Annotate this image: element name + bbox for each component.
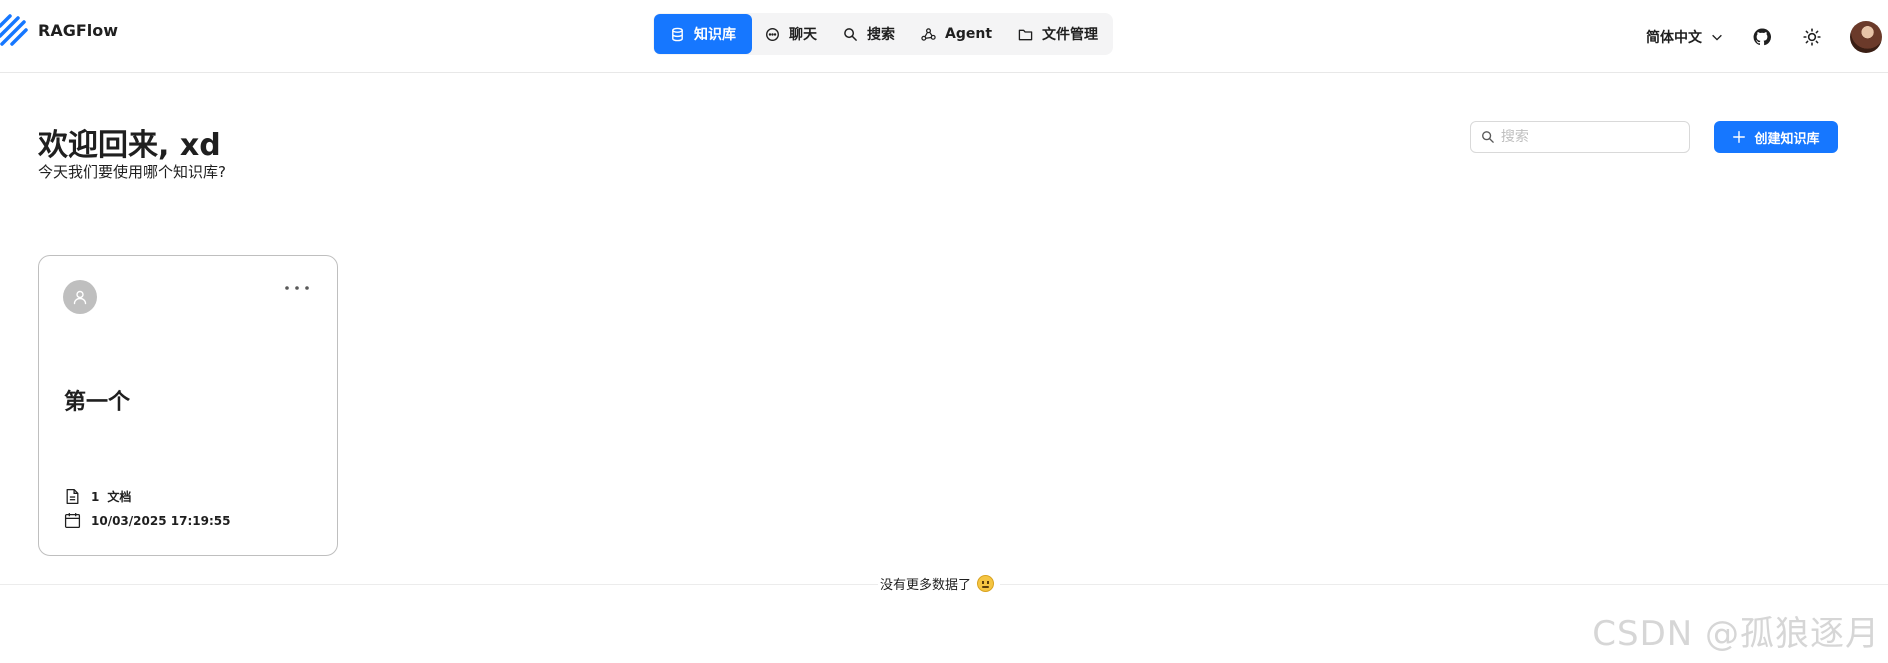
language-label: 简体中文 — [1646, 30, 1702, 46]
database-icon — [672, 27, 683, 41]
card-doc-count: 1 文档 — [64, 488, 131, 505]
logo[interactable]: RAGFlow — [0, 12, 118, 48]
csdn-watermark: CSDN @孤狼逐月 — [1592, 614, 1880, 654]
doc-count-label: 文档 — [107, 490, 132, 504]
grimacing-face-icon — [977, 575, 995, 592]
nav-item-label: Agent — [945, 26, 993, 42]
nav-item-label: 知识库 — [694, 27, 736, 43]
knowledge-search[interactable] — [1470, 121, 1690, 153]
nav-item-label: 搜索 — [867, 27, 895, 43]
divider-left — [0, 584, 878, 585]
nav-item-search[interactable]: 搜索 — [830, 14, 908, 54]
nav-item-label: 文件管理 — [1042, 27, 1099, 43]
nav-item-agent[interactable]: Agent — [908, 14, 1005, 54]
top-header: RAGFlow 知识库 聊天 搜索 Agent 文件管理 简体中文 — [0, 0, 1888, 73]
nav-item-label: 聊天 — [789, 27, 817, 43]
search-input[interactable] — [1500, 129, 1679, 145]
nav-item-chat[interactable]: 聊天 — [752, 14, 830, 54]
theme-toggle-button[interactable] — [1800, 25, 1824, 49]
user-icon — [73, 290, 87, 305]
language-select[interactable]: 简体中文 — [1646, 27, 1724, 47]
calendar-icon — [64, 513, 81, 529]
chevron-down-icon — [1712, 34, 1722, 41]
chat-bubble-icon — [766, 27, 779, 41]
doc-count-value: 1 — [91, 489, 100, 504]
search-icon — [1482, 131, 1494, 143]
github-button[interactable] — [1750, 25, 1774, 49]
card-more-button[interactable] — [282, 280, 312, 296]
folder-icon — [1018, 29, 1033, 40]
main-nav: 知识库 聊天 搜索 Agent 文件管理 — [653, 13, 1113, 55]
page-subtitle: 今天我们要使用哪个知识库? — [38, 163, 226, 181]
nav-item-knowledge-base[interactable]: 知识库 — [654, 14, 752, 54]
agent-graph-icon — [921, 27, 936, 41]
more-horizontal-icon — [285, 286, 309, 290]
updated-date-value: 10/03/2025 17:19:55 — [91, 513, 231, 528]
header-actions: 简体中文 — [1646, 20, 1888, 54]
search-icon — [844, 27, 857, 41]
nav-item-file-management[interactable]: 文件管理 — [1005, 14, 1111, 54]
divider-right — [1000, 584, 1888, 585]
app-name: RAGFlow — [38, 20, 119, 40]
page-title: 欢迎回来, xd — [38, 128, 221, 163]
no-more-label: 没有更多数据了 — [880, 578, 972, 593]
sun-icon — [1803, 28, 1821, 46]
card-title: 第一个 — [64, 390, 131, 415]
user-avatar[interactable] — [1850, 21, 1882, 53]
no-more-data-text: 没有更多数据了 — [878, 574, 997, 593]
create-knowledge-base-button[interactable]: 创建知识库 — [1714, 121, 1838, 153]
card-avatar — [63, 280, 97, 314]
card-updated-date: 10/03/2025 17:19:55 — [64, 512, 230, 529]
github-icon — [1753, 28, 1771, 46]
ragflow-logo-icon — [0, 14, 28, 46]
knowledge-base-card[interactable]: 第一个 1 文档 10/03/2025 17:19:55 — [38, 255, 338, 556]
plus-icon — [1733, 131, 1746, 143]
file-text-icon — [66, 488, 79, 505]
create-button-label: 创建知识库 — [1754, 131, 1820, 147]
